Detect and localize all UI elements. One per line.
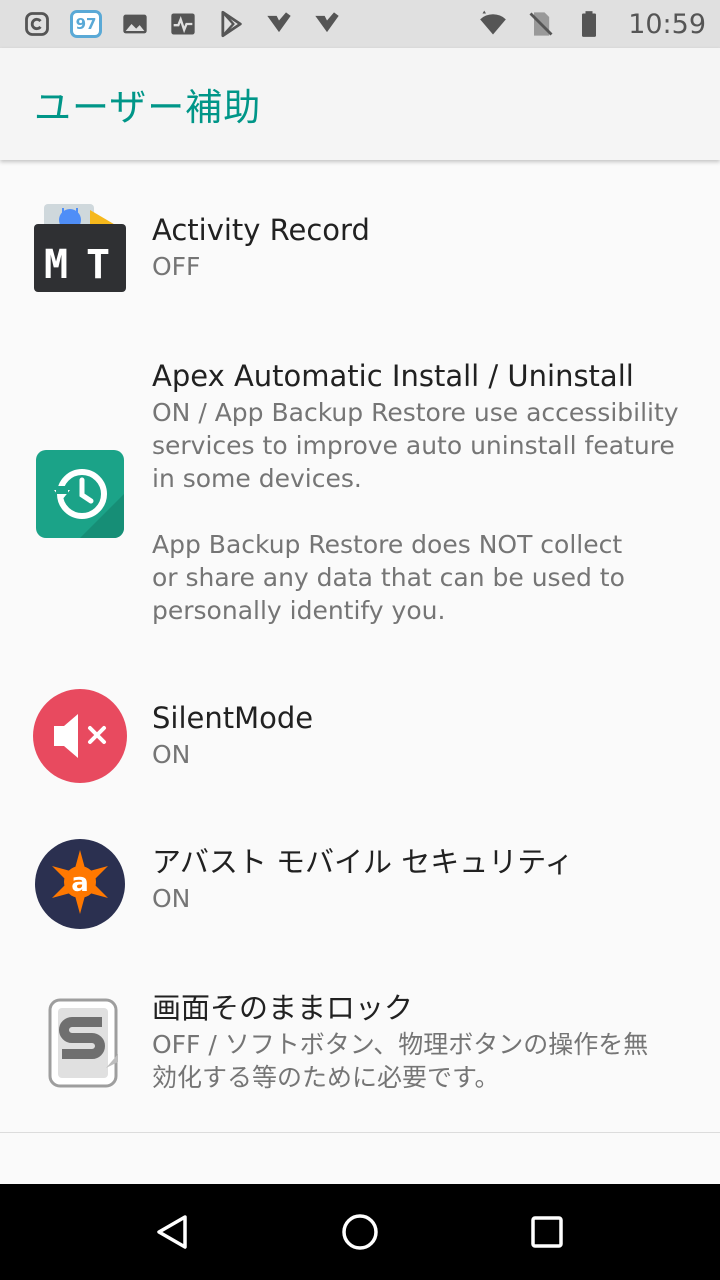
home-button[interactable] (330, 1202, 390, 1262)
svg-text:a: a (71, 868, 89, 898)
app-bar: ユーザー補助 (0, 48, 720, 160)
notification-badge-icon: 97 (70, 10, 102, 38)
item-summary: OFF / ソフトボタン、物理ボタンの操作を無 効化する等のために必要です。 (152, 1028, 708, 1094)
page-title: ユーザー補助 (34, 86, 262, 129)
activity-icon (168, 9, 198, 39)
battery-icon (574, 9, 604, 39)
check-icon (312, 9, 342, 39)
item-title: アバスト モバイル セキュリティ (152, 845, 574, 879)
play-store-icon (216, 9, 246, 39)
mt-manager-icon: M T (32, 200, 128, 296)
list-item-avast[interactable]: a アバスト モバイル セキュリティ ON (0, 834, 720, 974)
app-notify-icon (22, 9, 52, 39)
svg-text:M: M (44, 242, 68, 288)
item-title: Activity Record (152, 213, 370, 247)
image-icon (120, 9, 150, 39)
status-bar-system: 10:59 (478, 9, 706, 40)
avast-icon: a (32, 836, 128, 932)
silent-mode-icon (32, 688, 128, 784)
item-summary: ON (152, 884, 191, 913)
recents-icon (530, 1216, 563, 1248)
item-summary-paragraph: App Backup Restore does NOT collect or s… (152, 530, 625, 625)
item-title: 画面そのままロック (152, 991, 414, 1025)
status-bar: 97 10:59 (0, 0, 720, 48)
svg-text:T: T (86, 242, 110, 288)
back-icon (157, 1215, 188, 1249)
no-sim-icon (526, 9, 556, 39)
screen-lock-icon (32, 996, 128, 1092)
check-icon (264, 9, 294, 39)
item-summary: ON (152, 740, 191, 769)
backup-restore-icon (32, 446, 128, 542)
item-title: Apex Automatic Install / Uninstall (152, 359, 634, 393)
navigation-bar (0, 1184, 720, 1280)
list-item-activity-record[interactable]: M T Activity Record OFF (0, 192, 720, 342)
back-button[interactable] (143, 1202, 203, 1262)
item-summary: ON / App Backup Restore use accessibilit… (152, 396, 708, 627)
status-bar-notifications: 97 (22, 9, 342, 39)
wifi-icon (478, 9, 508, 39)
item-summary-paragraph: ON / App Backup Restore use accessibilit… (152, 398, 679, 493)
item-summary: OFF (152, 252, 201, 281)
list-item-screen-lock[interactable]: 画面そのままロック OFF / ソフトボタン、物理ボタンの操作を無 効化する等の… (0, 980, 720, 1130)
clock: 10:59 (628, 8, 706, 40)
list-divider (0, 1132, 720, 1133)
item-title: SilentMode (152, 701, 314, 735)
list-item-silent-mode[interactable]: SilentMode ON (0, 688, 720, 828)
recents-button[interactable] (517, 1202, 577, 1262)
item-summary-paragraph: OFF / ソフトボタン、物理ボタンの操作を無 効化する等のために必要です。 (152, 1030, 649, 1092)
home-icon (342, 1214, 378, 1250)
list-item-apex-install[interactable]: Apex Automatic Install / Uninstall ON / … (0, 344, 720, 644)
